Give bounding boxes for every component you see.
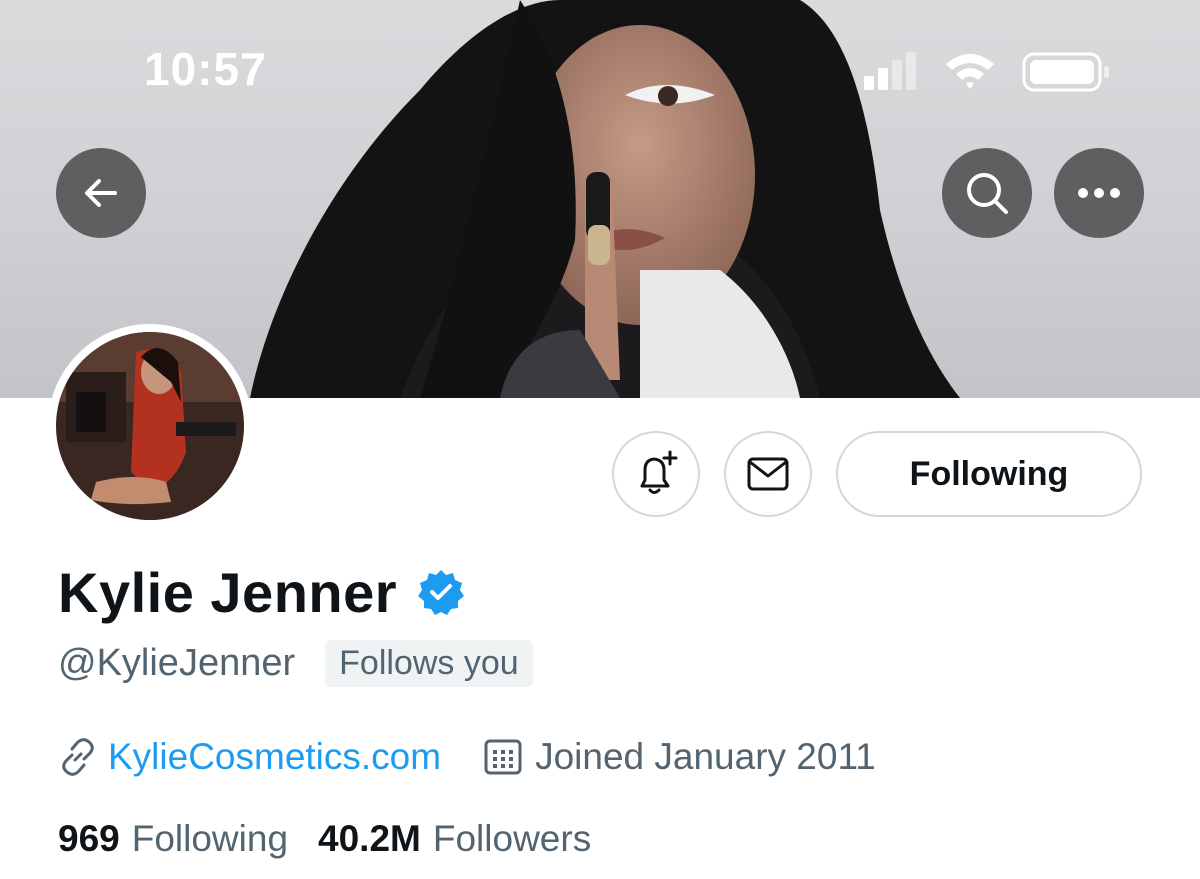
- more-horizontal-icon: [1078, 188, 1120, 198]
- arrow-left-icon: [85, 179, 117, 207]
- website-link[interactable]: KylieCosmetics.com: [108, 736, 441, 778]
- display-name: Kylie Jenner: [58, 560, 398, 624]
- calendar-icon: [484, 739, 522, 775]
- mail-icon: [747, 457, 789, 491]
- profile-avatar[interactable]: [48, 324, 252, 528]
- follow-stats: 969 Following 40.2M Followers: [58, 818, 591, 860]
- following-button[interactable]: Following: [836, 431, 1142, 517]
- profile-handle: @KylieJenner: [58, 642, 296, 684]
- search-icon: [967, 173, 1008, 214]
- follows-you-badge: Follows you: [325, 640, 533, 687]
- avatar-photo: [56, 332, 244, 520]
- link-icon: [62, 738, 94, 776]
- following-count: 969: [58, 818, 120, 859]
- name-row: Kylie Jenner: [58, 556, 465, 628]
- signal-icon: [864, 52, 916, 90]
- followers-count: 40.2M: [318, 818, 421, 859]
- more-options-button[interactable]: [1054, 148, 1144, 238]
- battery-icon: [1022, 52, 1109, 92]
- verified-badge-icon[interactable]: [417, 568, 465, 616]
- handle-row: @KylieJenner Follows you: [58, 640, 533, 687]
- following-label: Following: [131, 818, 289, 859]
- wifi-icon: [946, 54, 994, 89]
- joined-date: Joined January 2011: [483, 736, 876, 778]
- message-button[interactable]: [724, 431, 812, 517]
- followers-label: Followers: [432, 818, 592, 859]
- following-stat[interactable]: 969 Following: [58, 818, 288, 860]
- status-bar-icons: [864, 52, 1109, 92]
- joined-text: Joined January 2011: [535, 736, 876, 777]
- status-bar-time: 10:57: [144, 43, 267, 95]
- profile-meta: KylieCosmetics.com Joined January 2011: [58, 736, 876, 778]
- back-button[interactable]: [56, 148, 146, 238]
- notifications-button[interactable]: [612, 431, 700, 517]
- bell-plus-icon: [640, 450, 678, 494]
- followers-stat[interactable]: 40.2M Followers: [318, 818, 591, 860]
- search-button[interactable]: [942, 148, 1032, 238]
